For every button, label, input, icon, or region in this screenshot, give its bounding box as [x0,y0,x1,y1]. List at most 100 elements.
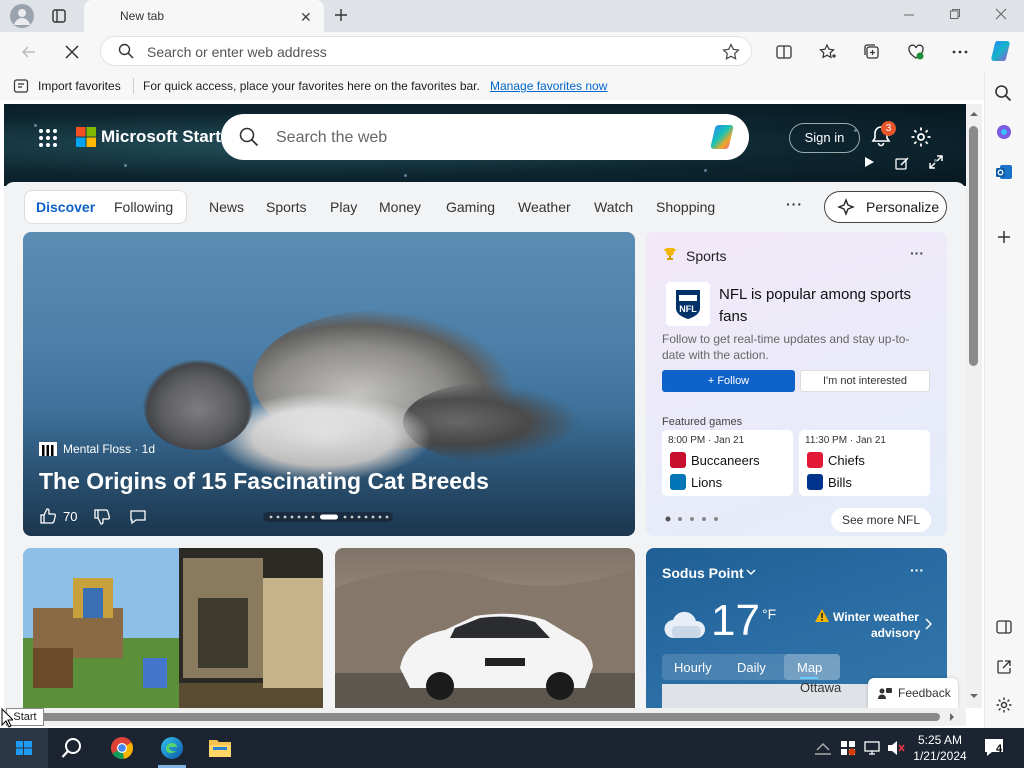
personalize-button[interactable]: Personalize [824,191,947,223]
cloud-icon [662,608,708,640]
tab-map[interactable]: Map [797,660,822,675]
outlook-icon[interactable] [995,163,1013,181]
tab-new-tab[interactable]: New tab ✕ [84,0,324,32]
collections-icon[interactable] [863,43,881,61]
split-screen-icon[interactable] [775,43,793,61]
car-article-card[interactable] [335,548,635,708]
sports-header[interactable]: Sports [686,248,726,264]
tab-actions-icon[interactable] [51,8,67,24]
restore-icon[interactable] [949,8,961,20]
tab-watch[interactable]: Watch [594,199,633,215]
clock-time[interactable]: 5:25 AM [916,733,964,747]
stop-loading-icon[interactable] [63,43,81,61]
brand-name[interactable]: Microsoft Start [101,127,221,147]
hide-sidebar-icon[interactable] [995,618,1013,636]
tab-play[interactable]: Play [330,199,357,215]
game-card-2[interactable]: 11:30 PM · Jan 21 Chiefs Bills [799,430,930,496]
hero-source[interactable]: Mental Floss · 1d [63,442,155,456]
address-bar[interactable] [100,36,752,66]
open-external-icon[interactable] [995,658,1013,676]
sports-headline[interactable]: NFL is popular among sports fans [719,284,941,328]
scroll-up-icon[interactable] [969,110,979,118]
weather-alert-line1[interactable]: Winter weather [833,610,919,624]
address-input[interactable] [147,42,687,62]
tab-discover[interactable]: Discover [36,199,95,215]
weather-location[interactable]: Sodus Point [662,565,744,581]
file-explorer-icon[interactable] [208,737,232,759]
vertical-scrollbar[interactable] [966,104,982,708]
clock-date[interactable]: 1/21/2024 [909,749,971,763]
tab-hourly[interactable]: Hourly [674,660,712,675]
favorites-icon[interactable] [819,43,837,61]
vertical-scroll-thumb[interactable] [969,126,978,366]
add-sidebar-icon[interactable] [995,228,1013,246]
sports-carousel-dots[interactable] [664,515,724,523]
tab-gaming[interactable]: Gaming [446,199,495,215]
apps-launcher-icon[interactable] [38,128,58,148]
sidebar-search-icon[interactable] [994,84,1012,102]
sidebar-copilot-icon[interactable] [995,123,1013,141]
chrome-icon[interactable] [110,736,134,760]
hero-article-card[interactable]: Mental Floss · 1d The Origins of 15 Fasc… [23,232,635,536]
browser-essentials-icon[interactable] [907,43,925,61]
sports-more-button[interactable]: ··· [910,245,924,261]
gaming-article-card[interactable] [23,548,323,708]
sidebar-settings-icon[interactable] [995,696,1013,714]
play-background-icon[interactable] [863,156,875,168]
import-favorites-icon[interactable] [13,78,30,94]
not-interested-button[interactable]: I'm not interested [800,370,930,392]
horizontal-scroll-thumb[interactable] [34,713,940,721]
scroll-right-icon[interactable] [948,712,956,722]
back-icon[interactable] [20,43,38,61]
sign-in-button[interactable]: Sign in [789,123,860,153]
web-search-box[interactable] [221,114,749,160]
tab-following[interactable]: Following [114,199,173,215]
follow-button[interactable]: + Follow [662,370,795,392]
web-search-input[interactable] [276,127,676,149]
settings-menu-icon[interactable] [951,43,969,61]
see-more-nfl-button[interactable]: See more NFL [831,508,931,532]
taskbar-search-icon[interactable] [61,737,83,759]
profile-avatar[interactable] [10,4,34,28]
weather-more-button[interactable]: ··· [910,562,924,578]
hero-title[interactable]: The Origins of 15 Fascinating Cat Breeds [39,468,489,495]
copilot-icon[interactable] [990,39,1014,63]
tab-daily[interactable]: Daily [737,660,766,675]
close-tab-icon[interactable]: ✕ [300,9,312,26]
import-favorites-button[interactable]: Import favorites [38,79,121,93]
network-icon[interactable] [814,741,832,755]
favorite-star-icon[interactable] [722,43,740,61]
dislike-icon[interactable] [93,508,111,526]
expand-icon[interactable] [929,155,943,169]
security-icon[interactable] [840,740,856,756]
weather-alert-line2[interactable]: advisory [871,626,920,640]
close-window-icon[interactable] [995,8,1007,20]
tab-sports[interactable]: Sports [266,199,306,215]
scroll-down-icon[interactable] [969,692,979,700]
display-icon[interactable] [864,741,880,755]
search-copilot-icon[interactable] [709,123,739,151]
location-chevron-icon[interactable] [746,568,756,576]
edit-background-icon[interactable] [895,156,909,170]
feedback-button[interactable]: Feedback [868,678,958,708]
tab-news[interactable]: News [209,199,244,215]
minimize-icon[interactable] [903,8,915,20]
tab-money[interactable]: Money [379,199,421,215]
new-tab-icon[interactable] [333,7,349,23]
tab-shopping[interactable]: Shopping [656,199,715,215]
start-button[interactable] [0,728,48,768]
manage-favorites-link[interactable]: Manage favorites now [490,79,607,93]
carousel-indicator[interactable] [263,512,393,522]
tab-weather[interactable]: Weather [518,199,571,215]
alert-chevron-icon[interactable] [924,618,932,630]
action-center-icon[interactable] [984,738,1006,758]
more-tabs-button[interactable]: ··· [786,196,803,212]
volume-muted-icon[interactable] [887,740,905,756]
game-card-1[interactable]: 8:00 PM · Jan 21 Buccaneers Lions [662,430,793,496]
horizontal-scrollbar[interactable] [4,708,966,726]
like-icon[interactable] [39,507,57,525]
comment-icon[interactable] [129,508,147,526]
edge-icon[interactable] [160,736,184,760]
page-settings-icon[interactable] [910,126,932,148]
microsoft-logo-icon[interactable] [76,127,96,147]
